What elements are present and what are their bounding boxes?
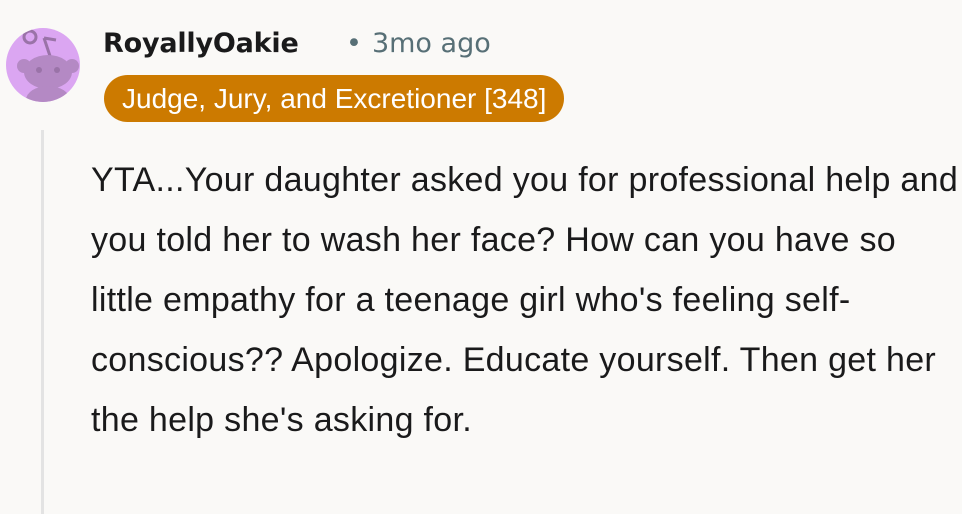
user-avatar[interactable] <box>6 28 80 102</box>
comment-author[interactable]: RoyallyOakie <box>103 27 299 61</box>
comment-meta: • 3mo ago <box>346 27 491 61</box>
meta-separator: • <box>346 28 362 59</box>
comment: RoyallyOakie • 3mo ago Judge, Jury, and E… <box>0 0 962 514</box>
snoo-avatar-icon <box>17 29 79 102</box>
comment-body: YTA...Your daughter asked you for profes… <box>91 161 959 439</box>
comment-timestamp[interactable]: 3mo ago <box>372 28 491 59</box>
user-flair: Judge, Jury, and Excretioner [348] <box>104 75 565 122</box>
thread-line[interactable] <box>41 130 44 514</box>
